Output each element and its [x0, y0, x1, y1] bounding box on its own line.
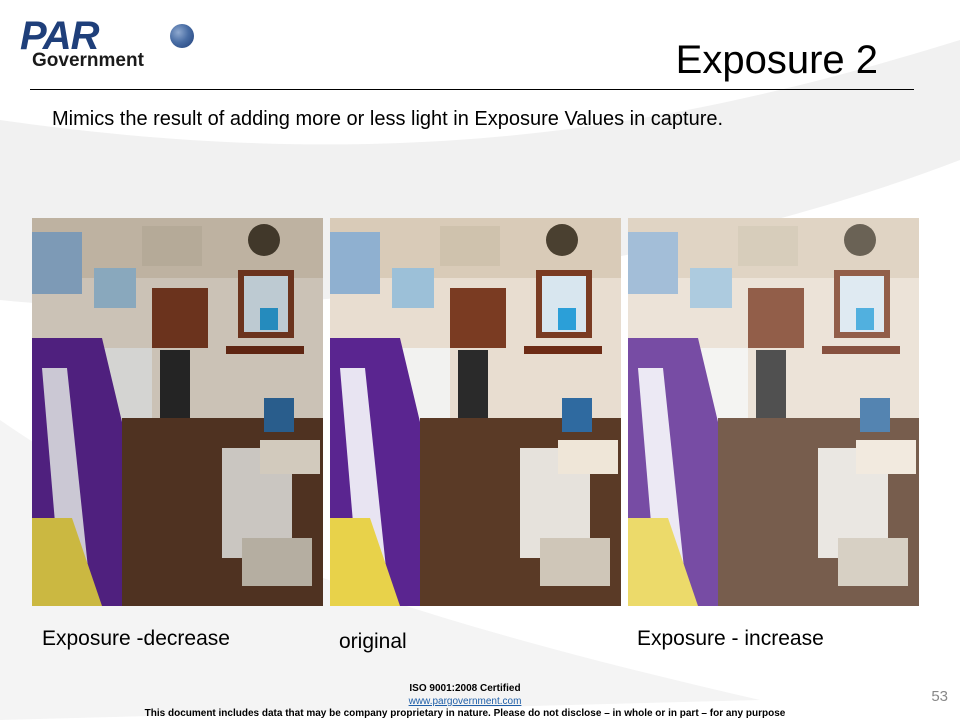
cabin-photo-image: [628, 218, 919, 606]
photo-exposure-decrease: [32, 218, 323, 606]
cabin-photo-image: [32, 218, 323, 606]
photo-original: [330, 218, 621, 606]
slide-title: Exposure 2: [675, 38, 878, 82]
cabin-photo-image: [330, 218, 621, 606]
globe-icon: [170, 24, 194, 48]
footer-website-row: www.pargovernment.com: [0, 696, 930, 707]
company-logo: PAR Government: [18, 14, 200, 78]
caption-exposure-increase: Exposure - increase: [637, 627, 824, 650]
caption-original: original: [339, 630, 407, 653]
footer-certification: ISO 9001:2008 Certified: [409, 683, 521, 694]
logo-name-text: Government: [32, 50, 144, 71]
title-divider: [30, 89, 914, 90]
footer-disclaimer: This document includes data that may be …: [144, 708, 786, 719]
caption-exposure-decrease: Exposure -decrease: [42, 627, 230, 650]
photo-exposure-increase: [628, 218, 919, 606]
website-link[interactable]: www.pargovernment.com: [409, 696, 522, 707]
page-number: 53: [931, 688, 948, 705]
slide-subtitle: Mimics the result of adding more or less…: [52, 108, 724, 130]
